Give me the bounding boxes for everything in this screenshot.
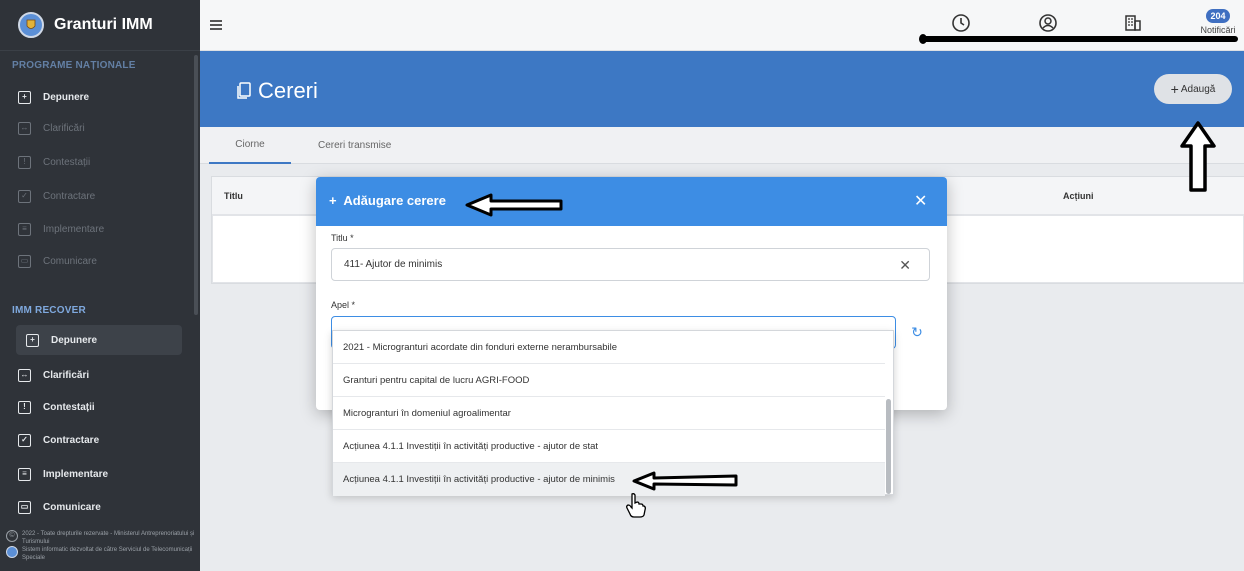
clarify-box-icon: ↔ (18, 368, 31, 382)
annotation-arrow-up-icon (1180, 121, 1216, 192)
sidebar-item-label: Comunicare (43, 501, 101, 513)
exclamation-box-icon: ! (18, 400, 31, 414)
dropdown-option-hovered[interactable]: Acțiunea 4.1.1 Investiții în activități … (333, 463, 885, 496)
tabs: Ciorne Cereri transmise (200, 127, 1244, 164)
apel-dropdown: 2021 - Microgranturi acordate din fondur… (332, 330, 894, 496)
sidebar-item-label: Clarificări (43, 122, 85, 134)
check-box-icon: ✓ (18, 189, 31, 203)
check-box-icon: ✓ (18, 433, 31, 447)
sidebar-item-label: Clarificări (43, 369, 90, 381)
brand[interactable]: Granturi IMM (0, 0, 200, 51)
option-label: Microgranturi în domeniul agroalimentar (343, 407, 511, 419)
section-title-programe: PROGRAME NAȚIONALE (12, 60, 136, 71)
add-request-button[interactable]: + Adaugă (1154, 74, 1232, 104)
dropdown-scrollbar[interactable] (886, 399, 891, 494)
upload-box-icon: + (18, 90, 31, 104)
modal-header: + Adăugare cerere ✕ (316, 177, 947, 226)
page-header: Cereri + Adaugă (200, 51, 1244, 127)
sidebar-item-clarificari-recover[interactable]: ↔ Clarificări (18, 360, 184, 390)
copyright-icon: © (6, 530, 18, 542)
sidebar-item-comunicare[interactable]: ▭ Comunicare (18, 246, 184, 276)
sidebar-item-implementare[interactable]: ≡ Implementare (18, 214, 184, 244)
sidebar-item-label: Contractare (43, 190, 96, 202)
document-icon: ≡ (18, 222, 31, 236)
redaction-mark (919, 34, 1238, 44)
sidebar-item-label: Implementare (43, 223, 105, 235)
annotation-arrow-left-icon (465, 193, 563, 217)
dropdown-option[interactable]: 2021 - Microgranturi acordate din fondur… (333, 331, 885, 364)
title-field-label: Titlu * (331, 233, 354, 243)
page-title-text: Cereri (258, 78, 318, 103)
sidebar-item-label: Contestații (43, 156, 91, 168)
document-icon: ≡ (18, 467, 31, 481)
sidebar-scrollbar[interactable] (194, 55, 198, 315)
dropdown-option[interactable]: Acțiunea 4.1.1 Investiții în activități … (333, 430, 885, 463)
sidebar: Granturi IMM PROGRAME NAȚIONALE + Depune… (0, 0, 200, 571)
add-button-label: Adaugă (1180, 83, 1216, 95)
sidebar-item-label: Comunicare (43, 255, 97, 267)
refresh-icon[interactable]: ↻ (908, 324, 926, 342)
sidebar-item-implementare-recover[interactable]: ≡ Implementare (18, 459, 184, 489)
sidebar-item-depunere[interactable]: + Depunere (18, 82, 184, 112)
notifications-label: Notificări (1200, 25, 1236, 35)
sidebar-footer: © 2022 - Toate drepturile rezervate - Mi… (0, 530, 200, 562)
footer-copyright: 2022 - Toate drepturile rezervate - Mini… (22, 531, 195, 545)
company-building-icon[interactable] (1122, 12, 1144, 34)
exclamation-box-icon: ! (18, 155, 31, 169)
apel-field-label: Apel * (331, 300, 356, 310)
chat-icon: ▭ (18, 500, 31, 514)
upload-box-icon: + (26, 333, 39, 347)
modal-title: + Adăugare cerere (329, 193, 446, 208)
title-field[interactable]: 411- Ajutor de minimis ✕ (331, 248, 930, 281)
chat-icon: ▭ (18, 254, 31, 268)
sidebar-item-contestatii[interactable]: ! Contestații (18, 147, 184, 177)
clear-icon[interactable]: ✕ (899, 257, 911, 274)
title-field-value: 411- Ajutor de minimis (344, 259, 443, 270)
sidebar-item-contestatii-recover[interactable]: ! Contestații (18, 392, 184, 422)
clarify-box-icon: ↔ (18, 121, 31, 135)
sidebar-item-label: Implementare (43, 468, 109, 480)
hamburger-menu-icon[interactable] (210, 20, 222, 30)
page-title: Cereri (236, 78, 318, 104)
tab-label: Cereri transmise (318, 140, 392, 151)
notifications-button[interactable]: 204 Notificări (1196, 6, 1240, 35)
column-header-actions: Acțiuni (1063, 191, 1094, 201)
sidebar-item-depunere-recover[interactable]: + Depunere (16, 325, 182, 355)
option-label: 2021 - Microgranturi acordate din fondur… (343, 341, 618, 353)
footer-developer: Sistem informatic dezvoltat de către Ser… (22, 547, 193, 561)
sidebar-item-label: Contractare (43, 434, 100, 446)
close-icon[interactable]: ✕ (914, 191, 927, 211)
annotation-arrow-left-icon (632, 471, 738, 491)
app-title: Granturi IMM (54, 16, 153, 33)
tab-ciorne[interactable]: Ciorne (209, 127, 291, 164)
notifications-badge: 204 (1206, 9, 1230, 23)
sidebar-item-contractare-recover[interactable]: ✓ Contractare (18, 425, 184, 455)
hand-cursor-icon (626, 493, 646, 518)
dropdown-option[interactable]: Granturi pentru capital de lucru AGRI-FO… (333, 364, 885, 397)
user-account-icon[interactable] (1037, 12, 1059, 34)
modal-title-text: Adăugare cerere (343, 193, 446, 208)
sidebar-item-contractare[interactable]: ✓ Contractare (18, 181, 184, 211)
option-label: Acțiunea 4.1.1 Investiții în activități … (343, 474, 615, 485)
plus-icon: + (1170, 81, 1179, 97)
copy-document-icon (237, 82, 251, 99)
sidebar-item-label: Contestații (43, 401, 95, 413)
sidebar-item-comunicare-recover[interactable]: ▭ Comunicare (18, 492, 184, 522)
coat-of-arms-icon (18, 12, 44, 38)
clock-icon[interactable] (950, 12, 972, 34)
tab-cereri-transmise[interactable]: Cereri transmise (318, 127, 391, 164)
sidebar-item-label: Depunere (43, 91, 90, 103)
sidebar-item-label: Depunere (51, 334, 98, 346)
tab-label: Ciorne (235, 139, 265, 150)
option-label: Acțiunea 4.1.1 Investiții în activități … (343, 440, 599, 452)
sts-logo-icon (6, 546, 18, 558)
column-header-title: Titlu (224, 191, 243, 201)
dropdown-option[interactable]: Microgranturi în domeniul agroalimentar (333, 397, 885, 430)
sidebar-item-clarificari[interactable]: ↔ Clarificări (18, 113, 184, 143)
topbar: 204 Notificări (200, 0, 1244, 51)
option-label: Granturi pentru capital de lucru AGRI-FO… (343, 374, 530, 386)
section-title-imm-recover: IMM RECOVER (12, 305, 86, 316)
